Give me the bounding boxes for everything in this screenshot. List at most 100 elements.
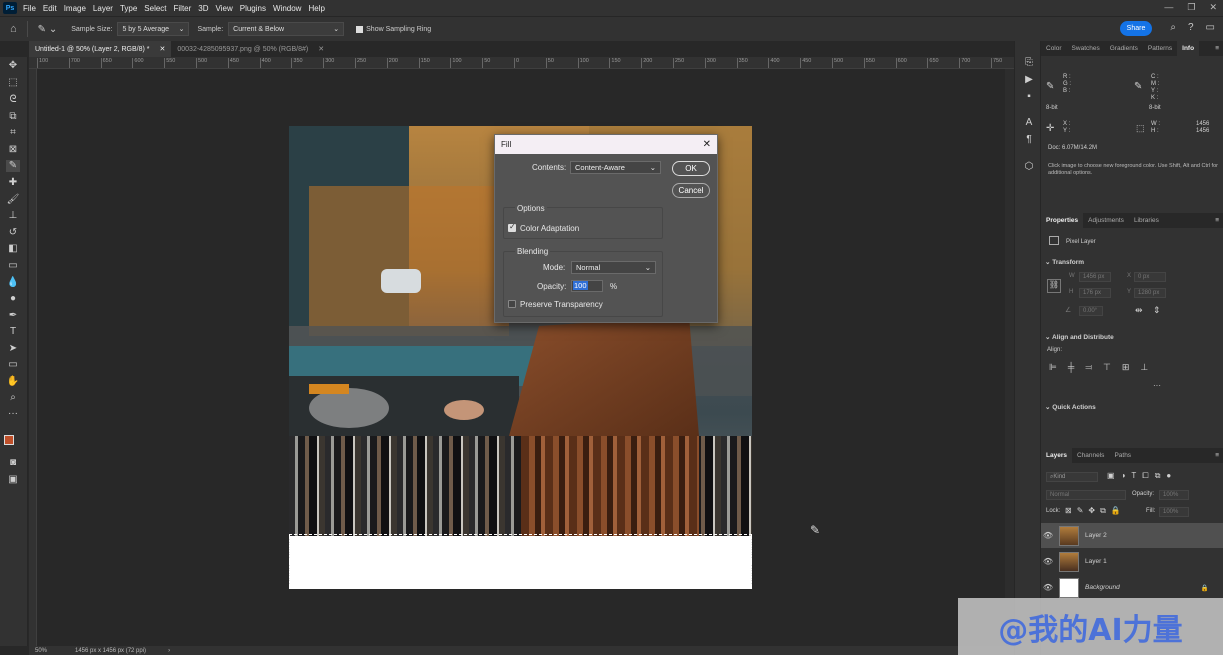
layer-kind-filter[interactable]: ⌕ Kind: [1046, 472, 1098, 482]
menu-edit[interactable]: Edit: [43, 4, 57, 13]
fill-input[interactable]: 100%: [1159, 507, 1189, 517]
blend-mode-select[interactable]: Normal: [1046, 490, 1126, 500]
dialog-titlebar[interactable]: Fill ✕: [495, 135, 717, 154]
panel-menu-icon[interactable]: ≡: [1215, 45, 1219, 52]
align-right-icon[interactable]: ⫤: [1085, 362, 1092, 373]
h-input[interactable]: 176 px: [1079, 288, 1111, 298]
zoom-tool-icon[interactable]: ⌕: [6, 392, 20, 404]
tab-info[interactable]: Info: [1177, 41, 1200, 56]
marquee-tool-icon[interactable]: ⬚: [6, 77, 20, 89]
flip-horizontal-icon[interactable]: ⇹: [1135, 305, 1143, 316]
tab-channels[interactable]: Channels: [1072, 448, 1109, 463]
workspace-icon[interactable]: ▭: [1206, 22, 1215, 33]
tab-paths[interactable]: Paths: [1109, 448, 1136, 463]
quick-mask-icon[interactable]: ◙: [6, 457, 20, 469]
actions-play-icon[interactable]: ▶: [1022, 74, 1036, 86]
preserve-transparency-checkbox[interactable]: [508, 300, 516, 308]
flip-vertical-icon[interactable]: ⇕: [1153, 305, 1161, 316]
visibility-eye-icon[interactable]: 👁: [1041, 531, 1055, 540]
align-left-icon[interactable]: ⊫: [1049, 362, 1057, 373]
gradient-tool-icon[interactable]: ▭: [6, 260, 20, 272]
filter-adjustment-icon[interactable]: ◑: [1121, 471, 1126, 481]
filter-type-icon[interactable]: T: [1131, 471, 1136, 481]
filter-smart-icon[interactable]: ⧉: [1155, 471, 1161, 481]
brush-tool-icon[interactable]: 🖌: [6, 194, 20, 206]
eyedropper-tool-icon[interactable]: ✎: [6, 160, 20, 172]
align-top-icon[interactable]: ⊤: [1103, 362, 1111, 373]
cancel-button[interactable]: Cancel: [672, 183, 710, 198]
tab-layers[interactable]: Layers: [1041, 448, 1072, 463]
sample-select[interactable]: Current & Below ⌄: [228, 22, 345, 36]
eyedropper-preset-icon[interactable]: ✎ ⌄: [38, 24, 58, 35]
layer-row-background[interactable]: 👁 Background 🔒: [1041, 575, 1223, 600]
type-tool-icon[interactable]: T: [6, 326, 20, 338]
layer-opacity-input[interactable]: 100%: [1159, 490, 1189, 500]
3d-panel-icon[interactable]: ⬡: [1022, 161, 1036, 173]
path-selection-icon[interactable]: ➤: [6, 343, 20, 355]
filter-shape-icon[interactable]: ⧠: [1142, 471, 1148, 481]
tab-untitled-1[interactable]: Untitled-1 @ 50% (Layer 2, RGB/8) * ✕: [29, 41, 172, 57]
lock-pixels-icon[interactable]: ✎: [1077, 506, 1084, 516]
menu-type[interactable]: Type: [120, 4, 137, 13]
share-button[interactable]: Share: [1120, 21, 1152, 36]
menu-file[interactable]: File: [23, 4, 36, 13]
mode-select[interactable]: Normal ⌄: [571, 261, 656, 274]
close-icon[interactable]: ✕: [318, 45, 324, 53]
menu-view[interactable]: View: [216, 4, 233, 13]
sample-size-select[interactable]: 5 by 5 Average ⌄: [117, 22, 190, 36]
search-icon[interactable]: ⌕: [1170, 22, 1176, 33]
w-input[interactable]: 1456 px: [1079, 272, 1111, 282]
menu-window[interactable]: Window: [273, 4, 301, 13]
contents-select[interactable]: Content-Aware ⌄: [570, 161, 661, 174]
photoshop-logo[interactable]: Ps: [3, 2, 17, 14]
menu-plugins[interactable]: Plugins: [240, 4, 266, 13]
restore-icon[interactable]: ❐: [1187, 2, 1195, 13]
close-icon[interactable]: ✕: [1209, 2, 1217, 13]
filter-pixel-icon[interactable]: ▣: [1107, 471, 1115, 481]
zoom-level[interactable]: 50%: [35, 648, 65, 654]
angle-input[interactable]: 0.00°: [1079, 306, 1103, 316]
foreground-color-swatch[interactable]: [4, 435, 14, 445]
vertical-scrollbar[interactable]: [1005, 69, 1014, 646]
layer-row-layer-2[interactable]: 👁 Layer 2: [1041, 523, 1223, 548]
minimize-icon[interactable]: —: [1164, 2, 1173, 13]
tab-gradients[interactable]: Gradients: [1105, 41, 1143, 56]
filter-toggle-icon[interactable]: ●: [1166, 471, 1171, 481]
chevron-right-icon[interactable]: ›: [168, 648, 170, 654]
history-panel-icon[interactable]: ⎘: [1022, 57, 1036, 69]
document-info[interactable]: 1456 px x 1456 px (72 ppi): [75, 648, 146, 654]
y-input[interactable]: 1280 px: [1134, 288, 1166, 298]
opacity-input[interactable]: 100: [571, 280, 603, 292]
show-ring-checkbox[interactable]: [356, 25, 364, 33]
align-center-icon[interactable]: ╪: [1068, 362, 1074, 373]
home-icon[interactable]: ⌂: [10, 23, 17, 35]
tab-properties[interactable]: Properties: [1041, 213, 1084, 228]
close-icon[interactable]: ✕: [160, 45, 166, 53]
ok-button[interactable]: OK: [672, 161, 710, 176]
align-heading[interactable]: ⌄ Align and Distribute: [1045, 333, 1114, 341]
blur-tool-icon[interactable]: 💧: [6, 277, 20, 289]
healing-brush-icon[interactable]: ✚: [6, 177, 20, 189]
lasso-tool-icon[interactable]: ᘓ: [6, 94, 20, 106]
quick-actions-heading[interactable]: ⌄ Quick Actions: [1045, 403, 1096, 411]
hand-tool-icon[interactable]: ✋: [6, 376, 20, 388]
more-options-icon[interactable]: ···: [1153, 381, 1161, 390]
dodge-tool-icon[interactable]: ●: [6, 293, 20, 305]
rectangle-tool-icon[interactable]: ▭: [6, 359, 20, 371]
close-icon[interactable]: ✕: [703, 139, 711, 150]
transform-heading[interactable]: ⌄ Transform: [1045, 258, 1084, 266]
menu-image[interactable]: Image: [64, 4, 86, 13]
link-dimensions-icon[interactable]: ⛓: [1047, 279, 1061, 293]
panel-menu-icon[interactable]: ≡: [1215, 217, 1219, 224]
tab-libraries[interactable]: Libraries: [1129, 213, 1164, 228]
lock-all-icon[interactable]: 🔒: [1111, 506, 1121, 516]
history-brush-icon[interactable]: ↺: [6, 227, 20, 239]
tab-adjustments[interactable]: Adjustments: [1083, 213, 1129, 228]
x-input[interactable]: 0 px: [1134, 272, 1166, 282]
eraser-tool-icon[interactable]: ◧: [6, 243, 20, 255]
lock-transparent-icon[interactable]: ⊠: [1065, 506, 1072, 516]
menu-layer[interactable]: Layer: [93, 4, 113, 13]
align-bottom-icon[interactable]: ⊥: [1140, 362, 1148, 373]
more-tools-icon[interactable]: ···: [6, 408, 20, 420]
lock-position-icon[interactable]: ✥: [1088, 506, 1095, 516]
